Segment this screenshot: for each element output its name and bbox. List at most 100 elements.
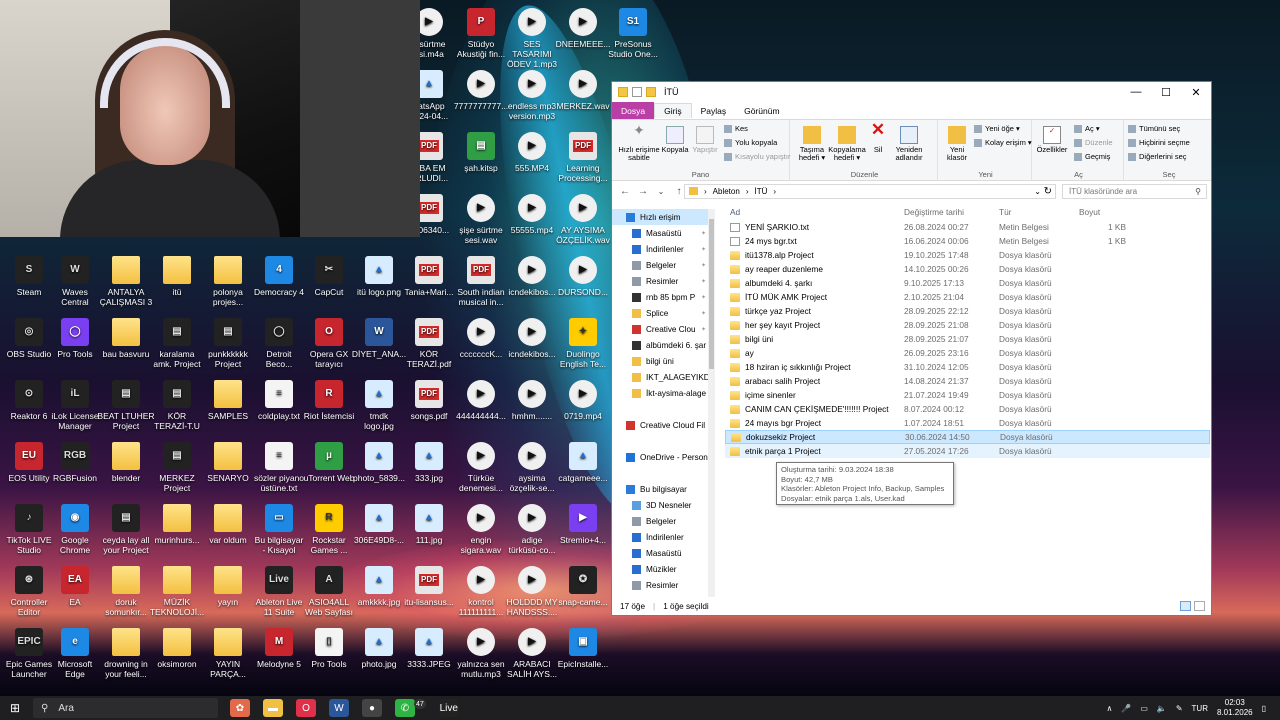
desktop-icon[interactable]: ▶ Türküe denemesi... [452, 442, 510, 493]
notification-icon[interactable]: ▯ [1262, 704, 1266, 713]
desktop-icon[interactable]: ▶ AY AYSIMA ÖZÇELİK.wav [554, 194, 612, 245]
desktop-icon[interactable]: ▶ 0719.mp4 [554, 380, 612, 421]
desktop-icon[interactable]: PDF KÖR TERAZİ.pdf [400, 318, 458, 369]
file-row[interactable]: bilgi üni 28.09.2025 21:07 Dosya klasörü [725, 332, 1210, 346]
taskbar-app-icon[interactable]: W [329, 699, 349, 717]
delete-button[interactable]: ✕ Sil [868, 121, 888, 154]
desktop-icon[interactable]: ▶ ARABACI SALİH AYS... [503, 628, 561, 679]
nav-item[interactable]: Masaüstü ✦ [612, 225, 708, 241]
tab-file[interactable]: Dosya [612, 101, 655, 120]
desktop-icon[interactable]: murinhurs... [148, 504, 206, 545]
edit-button[interactable]: Düzenle [1074, 138, 1113, 147]
select-none-button[interactable]: Hiçbirini seçme [1128, 138, 1190, 147]
desktop-icon[interactable]: drowning in your feeli... [97, 628, 155, 679]
desktop-icon[interactable]: ANTALYA ÇALIŞMASI 3 [97, 256, 155, 307]
properties-button[interactable]: ✓ Özellikler [1036, 126, 1068, 154]
nav-item[interactable]: Müzikler [612, 561, 708, 577]
file-row[interactable]: her şey kayıt Project 28.09.2025 21:08 Dos… [725, 318, 1210, 332]
copy-to-button[interactable]: Kopyalama hedefi ▾ [828, 126, 866, 162]
microphone-icon[interactable]: 🎤 [1121, 704, 1131, 713]
tab-home[interactable]: Giriş [654, 103, 692, 118]
desktop-icon[interactable]: yayın [199, 566, 257, 607]
nav-item[interactable]: bilgi üni [612, 353, 708, 369]
file-row[interactable]: dokuzsekiz Project 30.06.2024 14:50 Dosya … [725, 430, 1210, 444]
desktop-icon[interactable]: ▶ icndekibos... [503, 256, 561, 297]
desktop-icon[interactable]: var oldum [199, 504, 257, 545]
desktop-icon[interactable]: ▤ karalama amk. Project [148, 318, 206, 369]
refresh-icon[interactable]: ↻ [1044, 186, 1052, 197]
column-name[interactable]: Ad [725, 207, 901, 217]
desktop-icon[interactable]: ▤ ceyda lay all your Project [97, 504, 155, 555]
desktop-icon[interactable]: EA EA [46, 566, 104, 607]
history-button[interactable]: Geçmiş [1074, 152, 1110, 161]
nav-item[interactable]: İndirilenler ✦ [612, 241, 708, 257]
language-indicator[interactable]: TUR [1192, 704, 1208, 713]
taskbar-app-icon[interactable]: ✿ [230, 699, 250, 717]
nav-item[interactable]: Splice ✦ [612, 305, 708, 321]
nav-item[interactable]: Creative Cloud Fil [612, 417, 708, 433]
desktop-icon[interactable]: MÜZİK TEKNOLOJİ... [148, 566, 206, 617]
maximize-button[interactable]: ☐ [1151, 86, 1181, 99]
desktop-icon[interactable]: ▤ punkkkkkk Project [199, 318, 257, 369]
nav-item[interactable]: Hızlı erişim [612, 209, 708, 225]
desktop-icon[interactable]: ▶ hmhm....... [503, 380, 561, 421]
details-view-icon[interactable] [1180, 601, 1191, 611]
desktop-icon[interactable]: ▶ icndekibos... [503, 318, 561, 359]
close-button[interactable]: ✕ [1181, 86, 1211, 99]
desktop-icon[interactable]: ▲ 111.jpg [400, 504, 458, 545]
file-row[interactable]: YENİ ŞARKIO.txt 26.08.2024 00:27 Metin Bel… [725, 220, 1210, 234]
clock[interactable]: 02:03 8.01.2026 [1217, 698, 1253, 718]
pen-icon[interactable]: ✎ [1176, 704, 1183, 713]
breadcrumb-itu[interactable]: İTÜ [754, 187, 767, 196]
nav-item[interactable]: OneDrive - Person [612, 449, 708, 465]
desktop-icon[interactable]: W Waves Central [46, 256, 104, 307]
minimize-button[interactable]: — [1121, 86, 1151, 99]
forward-arrow-icon[interactable]: → [634, 186, 652, 197]
nav-item[interactable]: 3D Nesneler [612, 497, 708, 513]
breadcrumb-ableton[interactable]: Ableton [713, 187, 740, 196]
address-dropdown-icon[interactable]: ⌄ [1034, 187, 1041, 196]
address-bar[interactable]: › Ableton › İTÜ › ⌄ ↻ [684, 183, 1056, 199]
file-row[interactable]: İTÜ MÜK AMK Project 2.10.2025 21:04 Dosya … [725, 290, 1210, 304]
desktop-icon[interactable]: ▶ DURSOND... [554, 256, 612, 297]
recent-chevron-icon[interactable]: ⌄ [652, 187, 670, 196]
nav-scrollbar[interactable] [708, 209, 715, 597]
desktop-icon[interactable]: ▶ kontrol 111111111... [452, 566, 510, 617]
desktop-icon[interactable]: ◯ Pro Tools [46, 318, 104, 359]
new-item-button[interactable]: Yeni öğe ▾ [974, 124, 1020, 133]
desktop-icon[interactable]: polonya projes... [199, 256, 257, 307]
tray-expand-icon[interactable]: ∧ [1106, 704, 1112, 713]
paste-shortcut-button[interactable]: Kısayolu yapıştır [724, 152, 790, 161]
file-row[interactable]: ay 26.09.2025 23:16 Dosya klasörü [725, 346, 1210, 360]
taskbar-app-icon[interactable]: ✆ [395, 699, 415, 717]
desktop-icon[interactable]: ▶ aysima özçelik-se... [503, 442, 561, 493]
column-type[interactable]: Tür [996, 207, 1076, 217]
invert-selection-button[interactable]: Diğerlerini seç [1128, 152, 1187, 161]
desktop-icon[interactable]: ▶ 55555.mp4 [503, 194, 561, 235]
easy-access-button[interactable]: Kolay erişim ▾ [974, 138, 1032, 147]
desktop-icon[interactable]: bau basvuru [97, 318, 155, 359]
taskbar-app-icon[interactable]: ▬ [263, 699, 283, 717]
desktop-icon[interactable]: ▶ engin sigara.wav [452, 504, 510, 555]
desktop-icon[interactable]: PDF South indian musical in... [452, 256, 510, 307]
nav-item[interactable]: IKT_ALAGEYIKDE [612, 369, 708, 385]
file-row[interactable]: 24 mayıs bgr Project 1.07.2024 18:51 Dosya… [725, 416, 1210, 430]
tab-view[interactable]: Görünüm [735, 104, 788, 118]
desktop-icon[interactable]: itü [148, 256, 206, 297]
nav-item[interactable]: Resimler ✦ [612, 273, 708, 289]
taskbar-app-icon[interactable]: O [296, 699, 316, 717]
tab-share[interactable]: Paylaş [692, 104, 736, 118]
desktop-icon[interactable]: ▤ KÖR TERAZİ-T.U [148, 380, 206, 431]
file-row[interactable]: türkçe yaz Project 28.09.2025 22:12 Dosya … [725, 304, 1210, 318]
desktop-icon[interactable]: ▲ catgameee... [554, 442, 612, 483]
desktop-icon[interactable]: ▤ şah.kitsp [452, 132, 510, 173]
volume-icon[interactable]: 🔈 [1157, 704, 1167, 713]
desktop-icon[interactable]: ▶ MERKEZ.wav [554, 70, 612, 111]
desktop-icon[interactable]: ▶ yalnızca sen mutlu.mp3 [452, 628, 510, 679]
desktop-icon[interactable]: ▶ Stremio+4... [554, 504, 612, 545]
nav-item[interactable]: Bu bilgisayar [612, 481, 708, 497]
desktop-icon[interactable]: SENARYO [199, 442, 257, 483]
desktop-icon[interactable]: ▤ MERKEZ Project [148, 442, 206, 493]
nav-item[interactable]: rnb 85 bpm P ✦ [612, 289, 708, 305]
desktop-icon[interactable]: ▶ şişe sürtme sesi.wav [452, 194, 510, 245]
